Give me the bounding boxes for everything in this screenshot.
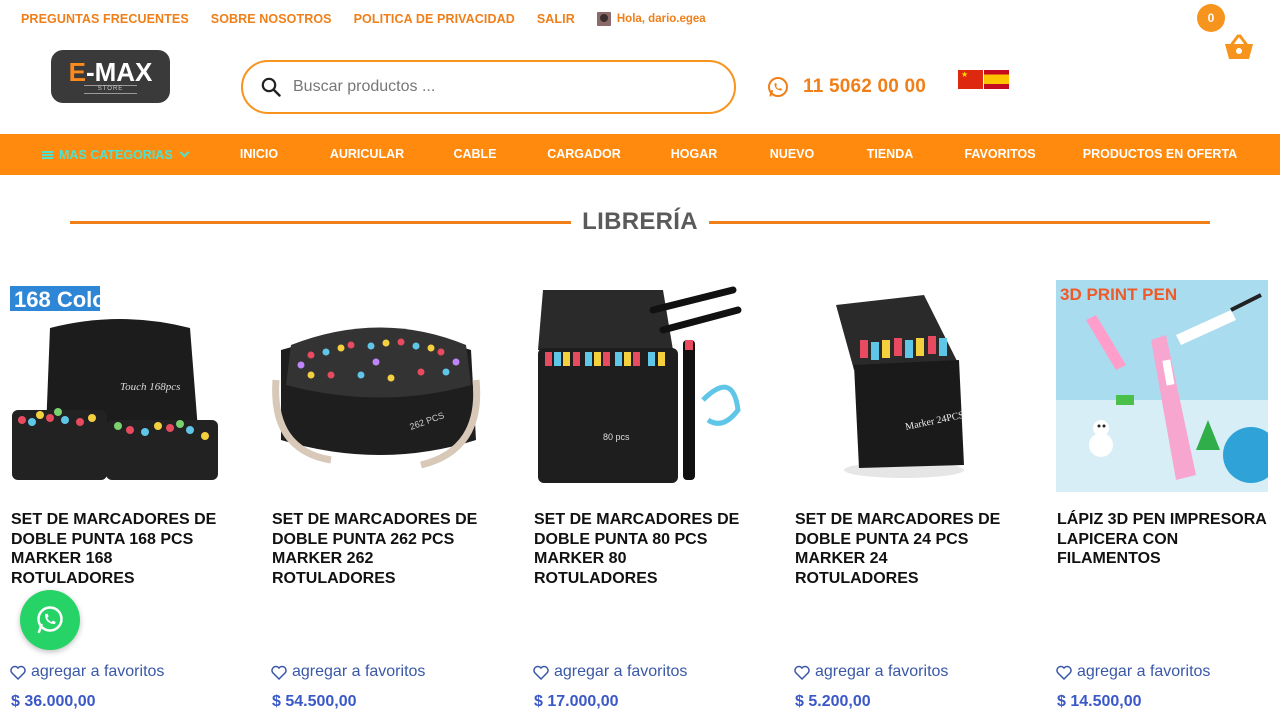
- phone-number: 11 5062 00 00: [803, 76, 927, 97]
- nav-item-nuevo[interactable]: NUEVO: [770, 134, 814, 175]
- faq-link[interactable]: PREGUNTAS FRECUENTES: [21, 12, 189, 26]
- whatsapp-icon: [37, 606, 63, 634]
- product-image[interactable]: Marker 24PCS: [794, 280, 1006, 492]
- nav-item-tienda[interactable]: TIENDA: [867, 134, 914, 175]
- product-card: 168 Color Touch 168pcs SET DE MARCADORES…: [10, 280, 222, 710]
- user-greeting: Hola, dario.egea: [616, 13, 706, 25]
- add-to-favorites[interactable]: agregar a favoritos: [271, 663, 425, 681]
- chevron-down-icon: [179, 147, 190, 158]
- heart-icon: [10, 665, 26, 680]
- nav-item-hogar[interactable]: HOGAR: [671, 134, 718, 175]
- nav-item-ofertas[interactable]: PRODUCTOS EN OFERTA: [1083, 134, 1237, 175]
- nav-item-auricular[interactable]: AURICULAR: [330, 134, 404, 175]
- china-flag-icon[interactable]: [958, 70, 983, 89]
- whatsapp-chat-button[interactable]: [20, 590, 80, 650]
- cart-count-badge[interactable]: 0: [1197, 4, 1225, 32]
- nav-item-cargador[interactable]: CARGADOR: [547, 134, 621, 175]
- nav-item-cable[interactable]: CABLE: [453, 134, 496, 175]
- add-to-favorites[interactable]: agregar a favoritos: [794, 663, 948, 681]
- product-price: $ 5.200,00: [795, 693, 871, 710]
- svg-text:168 Color: 168 Color: [14, 287, 115, 312]
- product-price: $ 14.500,00: [1057, 693, 1142, 710]
- search-icon[interactable]: [261, 77, 281, 97]
- main-nav: MAS CATEGORIAS INICIO AURICULAR CABLE CA…: [0, 134, 1280, 175]
- product-price: $ 36.000,00: [11, 693, 96, 710]
- user-account[interactable]: Hola, dario.egea: [596, 12, 706, 26]
- heart-icon: [533, 665, 549, 680]
- svg-text:3D PRINT PEN: 3D PRINT PEN: [1060, 285, 1177, 304]
- divider: [70, 220, 572, 224]
- product-price: $ 54.500,00: [272, 693, 357, 710]
- product-image[interactable]: 262 PCS: [271, 280, 483, 492]
- svg-text:Touch 168pcs: Touch 168pcs: [120, 381, 180, 393]
- add-to-favorites[interactable]: agregar a favoritos: [1056, 663, 1210, 681]
- product-card: 262 PCS SET DE MARCADORES DE DOBLE PUNTA…: [271, 280, 483, 710]
- search-input[interactable]: [293, 78, 693, 96]
- product-name[interactable]: SET DE MARCADORES DE DOBLE PUNTA 262 PCS…: [272, 510, 487, 588]
- heart-icon: [1056, 665, 1072, 680]
- product-image[interactable]: 168 Color Touch 168pcs: [10, 280, 222, 492]
- section-title: LIBRERÍA: [582, 208, 698, 235]
- product-card: 3D PRINT PEN LÁPIZ 3D PEN IMPRESORA LAPI…: [1056, 280, 1268, 710]
- phone-contact[interactable]: 11 5062 00 00: [767, 76, 926, 98]
- add-to-favorites[interactable]: agregar a favoritos: [10, 663, 164, 681]
- about-link[interactable]: SOBRE NOSOTROS: [211, 12, 332, 26]
- divider: [708, 220, 1211, 224]
- nav-item-inicio[interactable]: INICIO: [240, 134, 278, 175]
- top-links: PREGUNTAS FRECUENTES SOBRE NOSOTROS POLI…: [21, 12, 706, 26]
- store-logo[interactable]: E-MAX STORE: [51, 50, 170, 103]
- svg-text:80 pcs: 80 pcs: [603, 432, 630, 442]
- product-image[interactable]: 80 pcs: [533, 280, 745, 492]
- spain-flag-icon[interactable]: [984, 70, 1009, 89]
- heart-icon: [794, 665, 810, 680]
- avatar: [596, 12, 611, 26]
- basket-icon[interactable]: [1222, 32, 1256, 62]
- whatsapp-icon: [768, 77, 788, 97]
- product-price: $ 17.000,00: [534, 693, 619, 710]
- product-name[interactable]: SET DE MARCADORES DE DOBLE PUNTA 80 PCS …: [534, 510, 749, 588]
- section-heading: LIBRERÍA: [70, 206, 1211, 238]
- logout-link[interactable]: SALIR: [537, 12, 575, 26]
- product-name[interactable]: SET DE MARCADORES DE DOBLE PUNTA 168 PCS…: [11, 510, 226, 588]
- add-to-favorites[interactable]: agregar a favoritos: [533, 663, 687, 681]
- search-bar[interactable]: [241, 60, 736, 114]
- nav-item-favoritos[interactable]: FAVORITOS: [964, 134, 1035, 175]
- more-categories-menu[interactable]: MAS CATEGORIAS: [42, 134, 190, 175]
- heart-icon: [271, 665, 287, 680]
- menu-icon: [42, 150, 53, 159]
- product-card: Marker 24PCS SET DE MARCADORES DE DOBLE …: [794, 280, 1006, 710]
- product-name[interactable]: LÁPIZ 3D PEN IMPRESORA LAPICERA CON FILA…: [1057, 510, 1272, 569]
- product-card: 80 pcs SET DE MARCADORES DE DOBLE PUNTA …: [533, 280, 745, 710]
- product-image[interactable]: 3D PRINT PEN: [1056, 280, 1268, 492]
- product-name[interactable]: SET DE MARCADORES DE DOBLE PUNTA 24 PCS …: [795, 510, 1010, 588]
- privacy-link[interactable]: POLITICA DE PRIVACIDAD: [354, 12, 515, 26]
